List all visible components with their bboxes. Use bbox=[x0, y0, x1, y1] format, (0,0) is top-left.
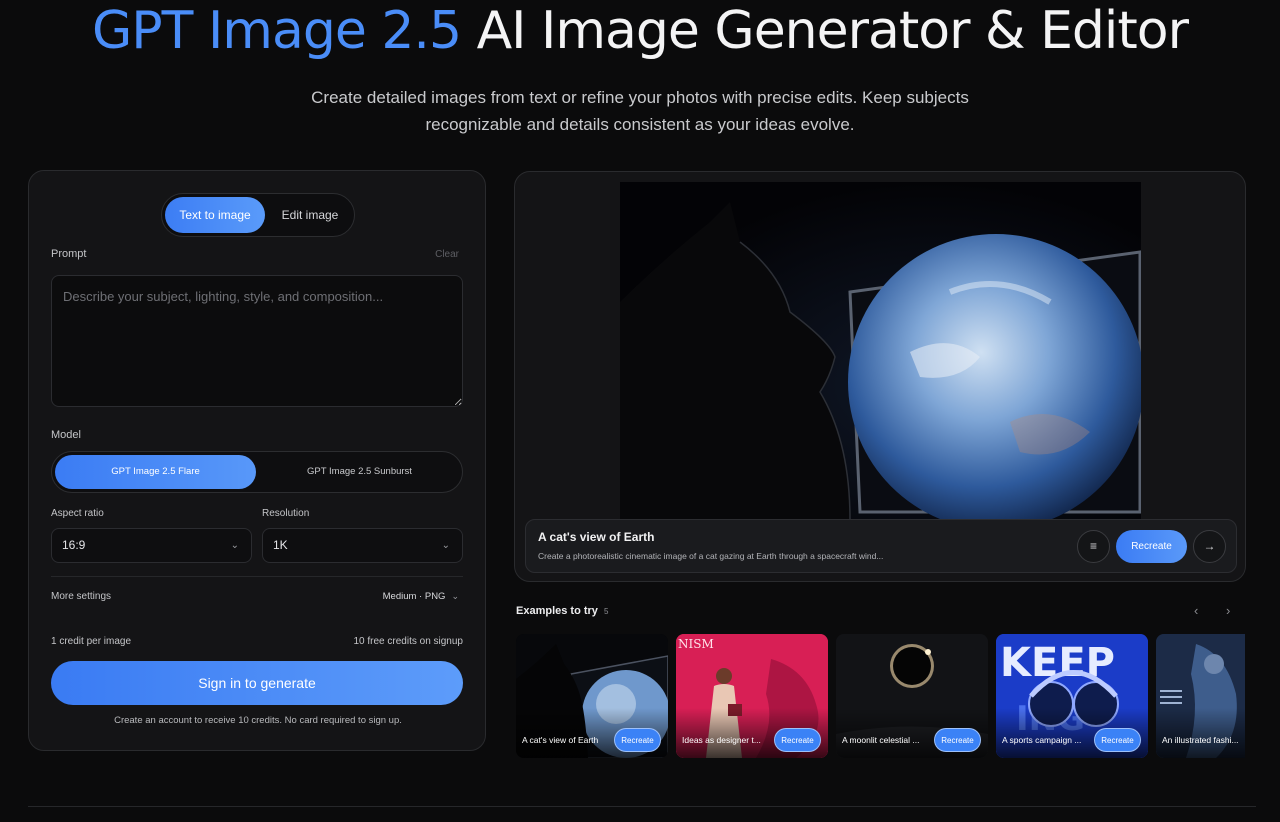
arrow-right-icon[interactable]: → bbox=[1193, 530, 1226, 563]
example-recreate-button[interactable]: Recreate bbox=[1094, 728, 1141, 752]
resolution-select[interactable]: 1K ⌄ bbox=[262, 528, 463, 563]
example-card[interactable]: NISM Ideas as designer t... Recreate bbox=[676, 634, 828, 758]
preview-card: A cat's view of Earth Create a photoreal… bbox=[514, 171, 1246, 582]
model-sunburst-button[interactable]: GPT Image 2.5 Sunburst bbox=[258, 455, 461, 489]
preview-title: A cat's view of Earth bbox=[538, 530, 655, 544]
preview-caption: A cat's view of Earth Create a photoreal… bbox=[525, 519, 1237, 573]
example-card[interactable]: KEEP ING A sports campaign ... Recreate bbox=[996, 634, 1148, 758]
example-label: A moonlit celestial ... bbox=[842, 735, 920, 745]
tab-edit-image[interactable]: Edit image bbox=[267, 197, 353, 233]
example-label: Ideas as designer t... bbox=[682, 735, 761, 745]
generator-panel: Text to image Edit image Prompt Clear Mo… bbox=[28, 170, 486, 751]
recreate-button[interactable]: Recreate bbox=[1116, 530, 1187, 563]
page-subtitle: Create detailed images from text or refi… bbox=[311, 88, 969, 134]
model-label: Model bbox=[51, 429, 81, 441]
more-settings-toggle[interactable]: Medium · PNG ⌄ bbox=[383, 591, 459, 602]
chevron-down-icon: ⌄ bbox=[441, 540, 450, 551]
aspect-ratio-value: 16:9 bbox=[62, 538, 86, 552]
footer-divider bbox=[28, 806, 1256, 807]
tab-text-to-image[interactable]: Text to image bbox=[165, 197, 265, 233]
chevron-down-icon: ⌄ bbox=[451, 591, 459, 601]
title-rest: AI Image Generator & Editor bbox=[461, 1, 1189, 61]
model-toggle: GPT Image 2.5 Flare GPT Image 2.5 Sunbur… bbox=[51, 451, 463, 493]
example-recreate-button[interactable]: Recreate bbox=[774, 728, 821, 752]
example-overlay bbox=[1156, 708, 1245, 758]
aspect-ratio-label: Aspect ratio bbox=[51, 508, 104, 519]
prompt-label: Prompt bbox=[51, 248, 87, 260]
divider bbox=[51, 576, 463, 577]
sign-in-button[interactable]: Sign in to generate bbox=[51, 661, 463, 705]
example-label: A cat's view of Earth bbox=[522, 735, 599, 745]
free-credits-note: 10 free credits on signup bbox=[353, 636, 463, 647]
preview-image bbox=[620, 182, 1141, 520]
example-label: An illustrated fashi... bbox=[1162, 735, 1239, 745]
chevron-right-icon[interactable]: › bbox=[1226, 603, 1230, 618]
page-title: GPT Image 2.5 AI Image Generator & Edito… bbox=[0, 2, 1280, 60]
title-accent: GPT Image 2.5 bbox=[92, 1, 462, 61]
chevron-down-icon: ⌄ bbox=[230, 540, 239, 551]
mode-toggle: Text to image Edit image bbox=[161, 193, 355, 237]
signup-footnote: Create an account to receive 10 credits.… bbox=[114, 715, 402, 726]
example-card[interactable]: A cat's view of Earth Recreate bbox=[516, 634, 668, 758]
example-card[interactable]: An illustrated fashi... bbox=[1156, 634, 1245, 758]
example-label: A sports campaign ... bbox=[1002, 735, 1082, 745]
chevron-left-icon[interactable]: ‹ bbox=[1194, 603, 1198, 618]
resolution-label: Resolution bbox=[262, 508, 310, 519]
example-recreate-button[interactable]: Recreate bbox=[614, 728, 661, 752]
model-flare-button[interactable]: GPT Image 2.5 Flare bbox=[55, 455, 256, 489]
more-settings-value: Medium · PNG bbox=[382, 591, 446, 602]
resolution-value: 1K bbox=[273, 538, 288, 552]
more-settings-label[interactable]: More settings bbox=[51, 591, 111, 602]
example-recreate-button[interactable]: Recreate bbox=[934, 728, 981, 752]
svg-text:NISM: NISM bbox=[678, 637, 714, 651]
aspect-ratio-select[interactable]: 16:9 ⌄ bbox=[51, 528, 252, 563]
examples-count: 5 bbox=[604, 607, 609, 616]
credit-per-image: 1 credit per image bbox=[51, 636, 132, 647]
prompt-input[interactable] bbox=[51, 275, 463, 407]
examples-heading: Examples to try bbox=[516, 605, 598, 617]
text-lines-icon[interactable]: ≡ bbox=[1077, 530, 1110, 563]
clear-button[interactable]: Clear bbox=[435, 249, 459, 260]
example-card[interactable]: A moonlit celestial ... Recreate bbox=[836, 634, 988, 758]
preview-description: Create a photorealistic cinematic image … bbox=[538, 551, 884, 561]
